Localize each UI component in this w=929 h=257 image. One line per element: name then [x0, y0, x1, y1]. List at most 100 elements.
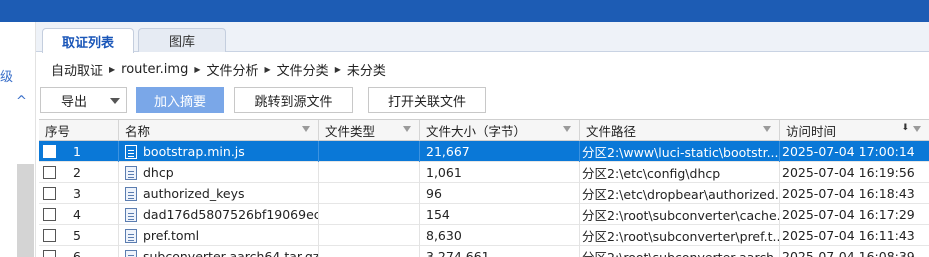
row-checkbox[interactable] [43, 208, 56, 221]
file-type-cell [319, 204, 420, 225]
chevron-down-icon [110, 98, 120, 104]
table-row[interactable]: 6 subconverter-aarch64.tar.gz 3,274,661 … [39, 246, 929, 257]
row-checkbox[interactable] [43, 145, 56, 158]
access-time-cell: 2025-07-04 16:17:29 [782, 207, 915, 222]
row-index-cell: 2 [39, 162, 119, 183]
name-cell: authorized_keys [119, 183, 319, 204]
access-time-cell: 2025-07-04 16:11:43 [782, 228, 915, 243]
column-header-label: 文件大小（字节） [426, 124, 527, 139]
export-label: 导出 [61, 94, 88, 110]
tab-strip: 取证列表 图库 [36, 22, 929, 53]
row-index-cell: 6 [39, 246, 119, 257]
sort-descending-icon[interactable]: ⬇ [901, 123, 909, 133]
breadcrumb-item-image[interactable]: router.img [121, 62, 188, 77]
column-header-file-path[interactable]: 文件路径 [580, 120, 780, 141]
row-index-cell: 1 [39, 141, 119, 162]
file-name: authorized_keys [143, 186, 245, 201]
left-panel-scrollbar[interactable] [17, 164, 34, 257]
breadcrumb-item-file-category[interactable]: 文件分类 [277, 60, 329, 79]
table-row[interactable]: 4 dad176d5807526bf19069ec... 154 分区2:\ro… [39, 204, 929, 225]
row-index-cell: 3 [39, 183, 119, 204]
column-header-label: 序号 [45, 124, 71, 139]
row-index-cell: 5 [39, 225, 119, 246]
file-type-cell [319, 162, 420, 183]
level-label: 级 [0, 70, 14, 85]
breadcrumb-item-uncategorized[interactable]: 未分类 [347, 60, 386, 79]
breadcrumb-separator-icon: ▶ [334, 64, 341, 74]
file-type-cell [319, 225, 420, 246]
filter-icon[interactable] [913, 126, 921, 132]
filter-icon[interactable] [302, 126, 310, 132]
window-title-bar [0, 0, 929, 22]
row-checkbox[interactable] [43, 187, 56, 200]
name-cell: subconverter-aarch64.tar.gz [119, 246, 319, 257]
table-row[interactable]: 2 dhcp 1,061 分区2:\etc\config\dhcp 2025-0… [39, 162, 929, 183]
column-header-file-size[interactable]: 文件大小（字节） [420, 120, 580, 141]
tab-evidence-list[interactable]: 取证列表 [42, 28, 134, 53]
file-size-cell: 1,061 [420, 162, 580, 183]
row-checkbox[interactable] [43, 229, 56, 242]
table-row[interactable]: 5 pref.toml 8,630 分区2:\root\subconverter… [39, 225, 929, 246]
add-to-summary-button[interactable]: 加入摘要 [136, 87, 224, 113]
file-name: subconverter-aarch64.tar.gz [143, 249, 319, 257]
open-related-file-button[interactable]: 打开关联文件 [368, 87, 486, 113]
file-path-cell: 分区2:\etc\config\dhcp [580, 162, 780, 183]
column-header-file-type[interactable]: 文件类型 [319, 120, 420, 141]
file-name: bootstrap.min.js [143, 144, 245, 159]
access-time-cell: 2025-07-04 17:00:14 [782, 144, 915, 159]
column-header-name[interactable]: 名称 [119, 120, 319, 141]
jump-to-source-button[interactable]: 跳转到源文件 [234, 87, 353, 113]
column-header-access-time[interactable]: 访问时间 ⬇ [780, 120, 929, 141]
row-number: 2 [73, 165, 81, 180]
file-size-cell: 8,630 [420, 225, 580, 246]
row-number: 4 [73, 207, 81, 222]
file-path-cell: 分区2:\root\subconverter\cache... [580, 204, 780, 225]
tab-gallery[interactable]: 图库 [138, 28, 226, 52]
file-icon [125, 186, 137, 201]
breadcrumb-item-file-analysis[interactable]: 文件分析 [207, 60, 259, 79]
left-side-panel: 级 ^ [0, 22, 36, 257]
file-path-cell: 分区2:\root\subconverter-aarch... [580, 246, 780, 257]
column-header-index[interactable]: 序号 [39, 120, 119, 141]
row-checkbox[interactable] [43, 166, 56, 179]
file-type-cell [319, 246, 420, 257]
file-size-cell: 96 [420, 183, 580, 204]
column-header-label: 文件路径 [586, 124, 637, 139]
file-path-cell: 分区2:\www\luci-static\bootstr... [580, 141, 780, 162]
access-time-cell: 2025-07-04 16:08:39 [782, 249, 915, 257]
file-type-cell [319, 183, 420, 204]
file-name: dhcp [143, 165, 174, 180]
file-table: 序号 名称 文件类型 文件大小（字节） 文件路径 访问时间 ⬇ 1 bootst… [39, 119, 929, 257]
filter-icon[interactable] [403, 126, 411, 132]
file-size-cell: 154 [420, 204, 580, 225]
file-icon [125, 165, 137, 180]
name-cell: bootstrap.min.js [119, 141, 319, 162]
breadcrumb-separator-icon: ▶ [194, 64, 201, 74]
table-row[interactable]: 3 authorized_keys 96 分区2:\etc\dropbear\a… [39, 183, 929, 204]
row-checkbox[interactable] [43, 250, 56, 257]
table-header: 序号 名称 文件类型 文件大小（字节） 文件路径 访问时间 ⬇ [39, 120, 929, 141]
table-row[interactable]: 1 bootstrap.min.js 21,667 分区2:\www\luci-… [39, 141, 929, 162]
filter-icon[interactable] [563, 126, 571, 132]
access-time-cell: 2025-07-04 16:19:56 [782, 165, 915, 180]
file-path-cell: 分区2:\root\subconverter\pref.t... [580, 225, 780, 246]
breadcrumb: 自动取证 ▶ router.img ▶ 文件分析 ▶ 文件分类 ▶ 未分类 [51, 60, 386, 79]
row-number: 6 [73, 249, 81, 257]
name-cell: dad176d5807526bf19069ec... [119, 204, 319, 225]
file-name: pref.toml [143, 228, 200, 243]
breadcrumb-separator-icon: ▶ [264, 64, 271, 74]
collapse-up-icon[interactable]: ^ [16, 94, 27, 109]
export-dropdown-button[interactable]: 导出 [40, 87, 127, 113]
name-cell: dhcp [119, 162, 319, 183]
name-cell: pref.toml [119, 225, 319, 246]
file-icon [125, 144, 137, 159]
column-header-label: 访问时间 [786, 124, 837, 139]
filter-icon[interactable] [763, 126, 771, 132]
file-icon [125, 228, 137, 243]
file-type-cell [319, 141, 420, 162]
row-number: 3 [73, 186, 81, 201]
access-time-cell: 2025-07-04 16:18:43 [782, 186, 915, 201]
file-path-cell: 分区2:\etc\dropbear\authorized... [580, 183, 780, 204]
breadcrumb-item-auto-forensics[interactable]: 自动取证 [51, 60, 103, 79]
file-icon [125, 249, 137, 257]
